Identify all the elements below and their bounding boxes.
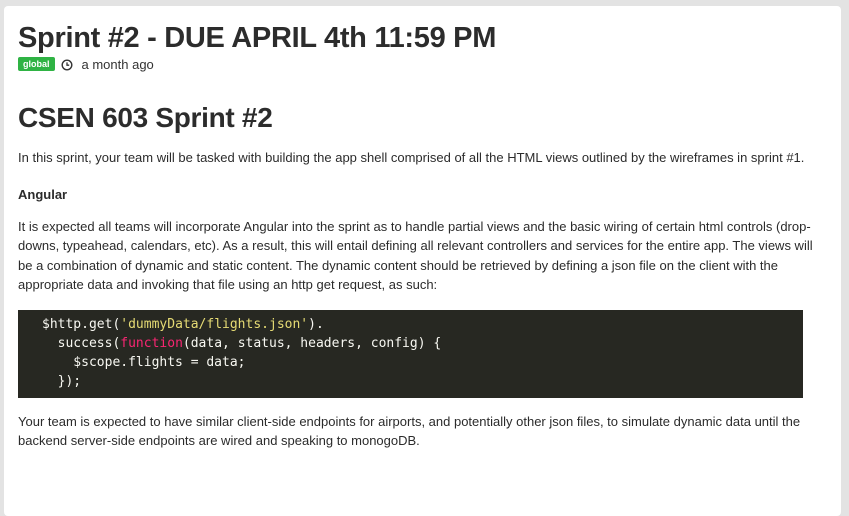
- scope-badge[interactable]: global: [18, 57, 55, 71]
- code-line-1: $http.get('dummyData/flights.json').: [42, 316, 324, 332]
- section-heading-angular: Angular: [18, 186, 68, 202]
- post-card: Sprint #2 - DUE APRIL 4th 11:59 PM globa…: [4, 6, 841, 516]
- clock-icon: [60, 58, 73, 71]
- closing-paragraph: Your team is expected to have similar cl…: [18, 413, 801, 449]
- code-line-3: $scope.flights = data;: [42, 355, 246, 371]
- content-title: CSEN 603 Sprint #2: [18, 102, 273, 133]
- post-title: Sprint #2 - DUE APRIL 4th 11:59 PM: [18, 22, 497, 54]
- code-block: $http.get('dummyData/flights.json'). suc…: [18, 309, 803, 398]
- code-line-2: success(function(data, status, headers, …: [42, 335, 442, 351]
- code-line-4: });: [42, 374, 82, 390]
- intro-paragraph: In this sprint, your team will be tasked…: [18, 150, 805, 165]
- angular-paragraph: It is expected all teams will incorporat…: [18, 218, 813, 293]
- post-time: a month ago: [81, 56, 154, 72]
- post-meta: global a month ago: [18, 54, 827, 74]
